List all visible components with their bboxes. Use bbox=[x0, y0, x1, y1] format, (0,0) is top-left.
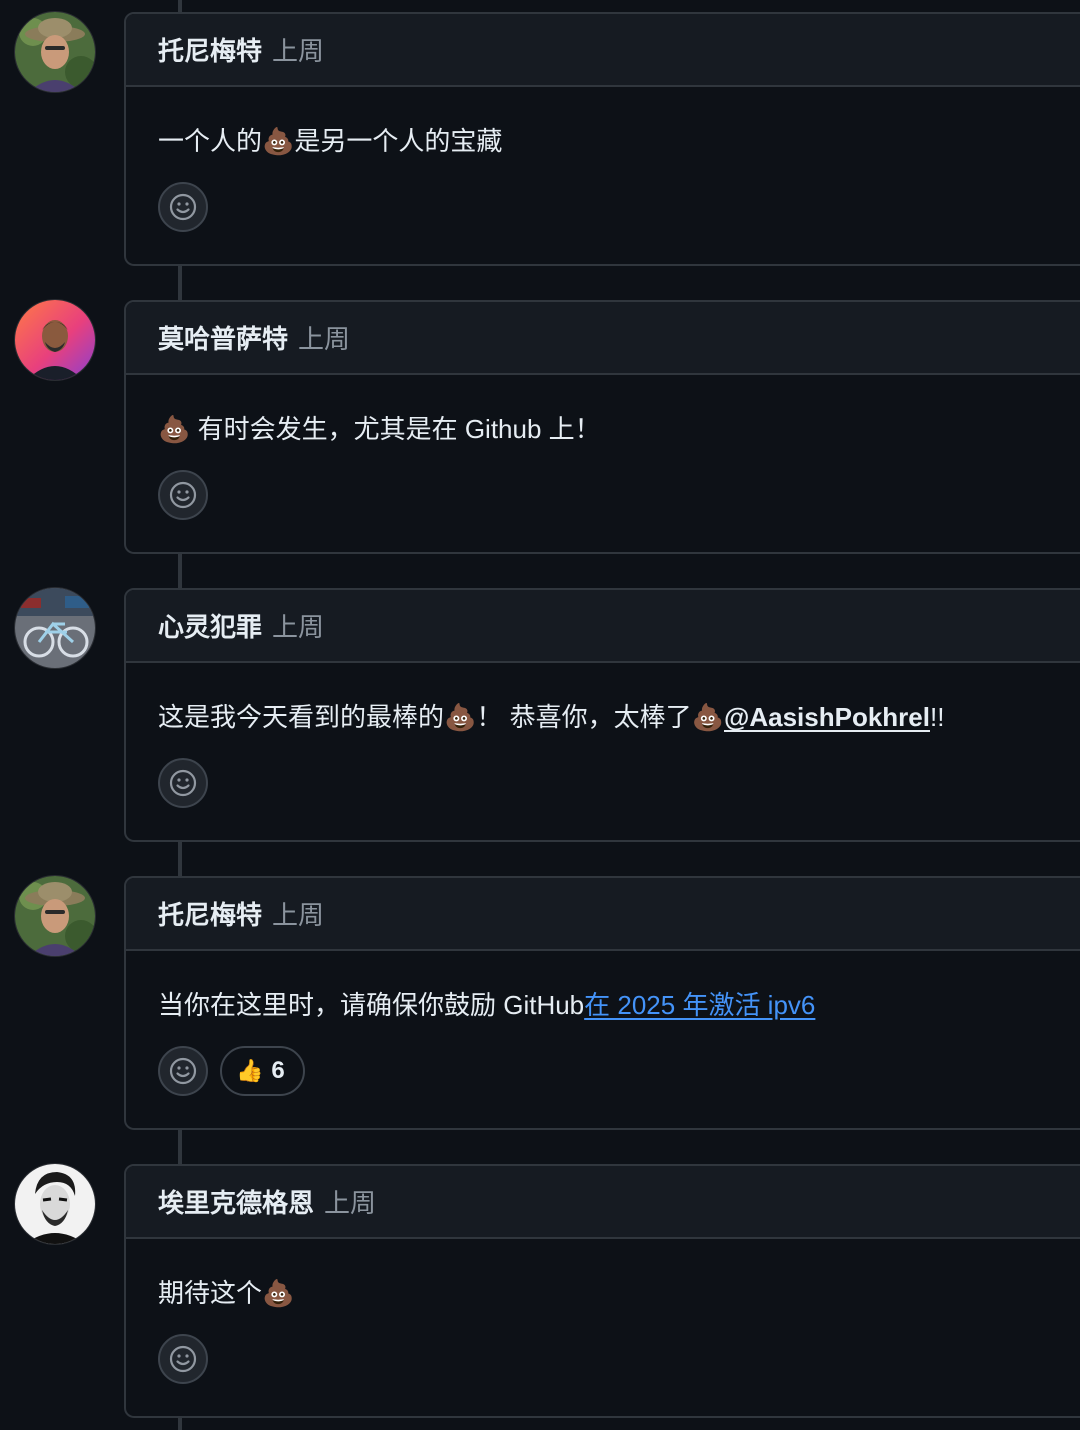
comment-4: 托尼梅特 上周 当你在这里时，请确保你鼓励 GitHub在 2025 年激活 i… bbox=[0, 876, 1080, 1132]
comment-body: 💩 有时会发生，尤其是在 Github 上！ bbox=[158, 414, 601, 444]
author-avatar[interactable] bbox=[15, 588, 95, 668]
comment-header: 托尼梅特 上周 bbox=[126, 14, 1080, 87]
comment-header: 埃里克德格恩 上周 bbox=[126, 1166, 1080, 1239]
author-avatar[interactable] bbox=[15, 300, 95, 380]
comment-3: 心灵犯罪 上周 这是我今天看到的最棒的💩！ 恭喜你，太棒了💩@AasishPok… bbox=[0, 588, 1080, 844]
reaction-count: 6 bbox=[271, 1057, 285, 1084]
poop-icon: 💩 bbox=[444, 702, 477, 732]
author-name[interactable]: 莫哈普萨特 bbox=[158, 319, 288, 356]
smiley-icon bbox=[169, 1057, 197, 1085]
comment-timeline: 托尼梅特 上周 一个人的💩是另一个人的宝藏 莫哈普萨特 上周 💩 有时会发生，尤… bbox=[0, 0, 1080, 1430]
comment-1: 托尼梅特 上周 一个人的💩是另一个人的宝藏 bbox=[0, 12, 1080, 268]
comment-timestamp[interactable]: 上周 bbox=[324, 1183, 376, 1220]
comment-box: 托尼梅特 上周 一个人的💩是另一个人的宝藏 bbox=[124, 12, 1080, 266]
smiley-icon bbox=[169, 193, 197, 221]
ipv6-link[interactable]: 在 2025 年激活 ipv6 bbox=[584, 990, 815, 1020]
comment-header: 托尼梅特 上周 bbox=[126, 878, 1080, 951]
comment-header: 莫哈普萨特 上周 bbox=[126, 302, 1080, 375]
comment-box: 托尼梅特 上周 当你在这里时，请确保你鼓励 GitHub在 2025 年激活 i… bbox=[124, 876, 1080, 1130]
add-reaction-button[interactable] bbox=[158, 758, 208, 808]
comment-body: 期待这个💩 bbox=[158, 1278, 295, 1308]
author-name[interactable]: 埃里克德格恩 bbox=[158, 1183, 314, 1220]
user-mention-link[interactable]: @AasishPokhrel bbox=[724, 702, 930, 732]
add-reaction-button[interactable] bbox=[158, 1334, 208, 1384]
thumbs-up-icon: 👍 bbox=[236, 1058, 264, 1083]
smiley-icon bbox=[169, 1345, 197, 1373]
poop-icon: 💩 bbox=[691, 702, 724, 732]
author-name[interactable]: 心灵犯罪 bbox=[158, 607, 262, 644]
author-avatar[interactable] bbox=[15, 12, 95, 92]
author-avatar[interactable] bbox=[15, 876, 95, 956]
person-hat-avatar-icon bbox=[15, 12, 95, 92]
poop-icon: 💩 bbox=[262, 1278, 295, 1308]
thumbs-up-reaction-button[interactable]: 👍 6 bbox=[220, 1046, 305, 1096]
smiley-icon bbox=[169, 481, 197, 509]
add-reaction-button[interactable] bbox=[158, 470, 208, 520]
comment-body: 一个人的💩是另一个人的宝藏 bbox=[158, 126, 503, 156]
poop-icon: 💩 bbox=[158, 414, 191, 444]
bicycle-avatar-icon bbox=[15, 588, 95, 668]
comment-5: 埃里克德格恩 上周 期待这个💩 bbox=[0, 1164, 1080, 1420]
comment-header: 心灵犯罪 上周 bbox=[126, 590, 1080, 663]
sketch-portrait-avatar-icon bbox=[15, 1164, 95, 1244]
author-avatar[interactable] bbox=[15, 1164, 95, 1244]
comment-body: 这是我今天看到的最棒的💩！ 恭喜你，太棒了💩@AasishPokhrel!! bbox=[158, 702, 945, 732]
comment-box: 埃里克德格恩 上周 期待这个💩 bbox=[124, 1164, 1080, 1418]
add-reaction-button[interactable] bbox=[158, 1046, 208, 1096]
author-name[interactable]: 托尼梅特 bbox=[158, 31, 262, 68]
person-gradient-avatar-icon bbox=[15, 300, 95, 380]
add-reaction-button[interactable] bbox=[158, 182, 208, 232]
comment-timestamp[interactable]: 上周 bbox=[272, 895, 324, 932]
comment-timestamp[interactable]: 上周 bbox=[272, 31, 324, 68]
comment-timestamp[interactable]: 上周 bbox=[298, 319, 350, 356]
smiley-icon bbox=[169, 769, 197, 797]
comment-2: 莫哈普萨特 上周 💩 有时会发生，尤其是在 Github 上！ bbox=[0, 300, 1080, 556]
poop-icon: 💩 bbox=[262, 126, 295, 156]
comment-box: 莫哈普萨特 上周 💩 有时会发生，尤其是在 Github 上！ bbox=[124, 300, 1080, 554]
comment-body: 当你在这里时，请确保你鼓励 GitHub在 2025 年激活 ipv6 bbox=[158, 990, 816, 1020]
comment-box: 心灵犯罪 上周 这是我今天看到的最棒的💩！ 恭喜你，太棒了💩@AasishPok… bbox=[124, 588, 1080, 842]
comment-timestamp[interactable]: 上周 bbox=[272, 607, 324, 644]
author-name[interactable]: 托尼梅特 bbox=[158, 895, 262, 932]
person-hat-avatar-icon bbox=[15, 876, 95, 956]
